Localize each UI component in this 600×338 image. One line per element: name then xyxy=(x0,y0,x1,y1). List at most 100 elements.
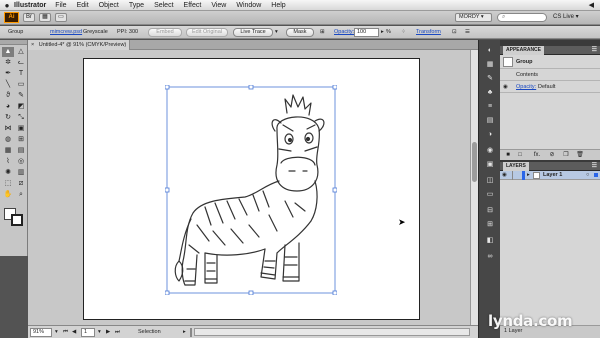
links-panel-icon[interactable]: ∞ xyxy=(485,252,495,261)
fill-stroke-swatches[interactable] xyxy=(4,208,24,226)
last-artboard-icon[interactable]: ⏭ xyxy=(115,328,120,337)
type-tool-icon[interactable]: T xyxy=(15,69,27,79)
swatches-panel-icon[interactable]: ▦ xyxy=(485,60,495,69)
linked-file-link[interactable]: mimcrew.psd xyxy=(50,28,82,37)
live-trace-button[interactable]: Live Trace xyxy=(233,28,273,37)
layers-panel-tab[interactable]: LAYERS ☰ xyxy=(500,162,600,171)
volume-icon[interactable]: ◀ xyxy=(589,1,594,9)
vertical-scrollbar[interactable] xyxy=(470,50,478,325)
cs-live-menu[interactable]: CS Live ▾ xyxy=(553,13,579,22)
eraser-icon[interactable]: ◩ xyxy=(15,102,27,112)
arrange-documents-button[interactable]: ▦ xyxy=(39,13,51,22)
search-field[interactable]: ⌕ xyxy=(497,13,547,22)
transform-link[interactable]: Transform xyxy=(416,28,441,37)
artboard-number-field[interactable]: 1 xyxy=(81,328,95,337)
eyedropper-icon[interactable]: ⌇ xyxy=(2,157,14,167)
previous-artboard-icon[interactable]: ◀ xyxy=(72,328,76,337)
stroke-panel-icon[interactable]: ≡ xyxy=(485,102,495,111)
hand-icon[interactable]: ✋ xyxy=(2,190,14,200)
symbol-sprayer-icon[interactable]: ✺ xyxy=(2,168,14,178)
direct-selection-tool-icon[interactable]: △ xyxy=(15,47,27,57)
menu-select[interactable]: Select xyxy=(154,2,173,9)
menu-edit[interactable]: Edit xyxy=(77,2,89,9)
appearance-opacity-row[interactable]: ◉ Opacity: Default xyxy=(500,81,600,93)
mask-button[interactable]: Mask xyxy=(286,28,314,37)
paintbrush-icon[interactable]: ϑ xyxy=(2,91,14,101)
magic-wand-icon[interactable]: ✲ xyxy=(2,58,14,68)
layers-panel-menu-icon[interactable]: ☰ xyxy=(592,162,597,171)
rotate-icon[interactable]: ↻ xyxy=(2,113,14,123)
pen-tool-icon[interactable]: ✒ xyxy=(2,69,14,79)
opacity-link[interactable]: Opacity: xyxy=(334,28,354,37)
graphic-styles-icon[interactable]: ▣ xyxy=(485,160,495,169)
bridge-button[interactable]: Br xyxy=(23,13,35,22)
layer-target-icon[interactable]: ○ xyxy=(586,171,589,180)
pathfinder-panel-icon[interactable]: ◧ xyxy=(485,236,495,245)
tools-panel-grip[interactable] xyxy=(0,40,27,45)
blob-brush-icon[interactable]: ◕ xyxy=(2,102,14,112)
brushes-panel-icon[interactable]: ✎ xyxy=(485,74,495,83)
column-graph-icon[interactable]: ▥ xyxy=(15,168,27,178)
appearance-opacity-link[interactable]: Opacity: xyxy=(516,81,536,93)
layer-visibility-eye-icon[interactable]: ◉ xyxy=(502,171,507,180)
screen-mode-button[interactable]: ▭ xyxy=(55,13,67,22)
line-tool-icon[interactable]: ╲ xyxy=(2,80,14,90)
control-panel-menu-icon[interactable]: ☰ xyxy=(465,28,475,37)
blend-icon[interactable]: ◎ xyxy=(15,157,27,167)
appearance-contents-row[interactable]: Contents xyxy=(500,69,600,81)
align-panel-icon[interactable]: ⊟ xyxy=(485,206,495,215)
menu-object[interactable]: Object xyxy=(99,2,119,9)
zoom-dropdown-icon[interactable]: ▾ xyxy=(55,328,58,337)
menu-effect[interactable]: Effect xyxy=(184,2,202,9)
menu-type[interactable]: Type xyxy=(129,2,144,9)
embed-button[interactable]: Embed xyxy=(148,28,182,37)
workspace-switcher[interactable]: MORDY ▾ xyxy=(455,13,492,22)
zoom-icon[interactable]: ⌕ xyxy=(15,190,27,200)
reference-point-icon[interactable]: ⁘ xyxy=(401,28,411,37)
live-trace-options-icon[interactable]: ▾ xyxy=(275,28,283,37)
delete-item-icon[interactable]: 🗑 xyxy=(576,151,584,159)
pencil-icon[interactable]: ✎ xyxy=(15,91,27,101)
appearance-object-row[interactable]: Group xyxy=(500,55,600,69)
layer-name[interactable]: Layer 1 xyxy=(543,171,562,180)
slice-icon[interactable]: ⧄ xyxy=(15,179,27,189)
free-transform-icon[interactable]: ▣ xyxy=(15,124,27,134)
width-icon[interactable]: ⋈ xyxy=(2,124,14,134)
color-panel-icon[interactable]: ◐ xyxy=(485,46,495,55)
status-tool-name[interactable]: Selection xyxy=(138,328,161,337)
clear-appearance-icon[interactable]: ⊘ xyxy=(548,151,556,159)
recolor-artwork-icon[interactable]: ⊞ xyxy=(320,28,330,37)
zoom-field[interactable]: 91% xyxy=(30,328,52,337)
appearance-panel-menu-icon[interactable]: ☰ xyxy=(592,46,597,55)
selection-tool-icon[interactable]: ▲ xyxy=(2,47,14,57)
add-effect-icon[interactable]: fx. xyxy=(530,151,544,159)
layer-expand-icon[interactable]: ▸ xyxy=(527,171,530,180)
symbols-panel-icon[interactable]: ♣ xyxy=(485,88,495,97)
document-tab[interactable]: × Untitled-4* @ 91% (CMYK/Preview) xyxy=(28,40,130,50)
menu-help[interactable]: Help xyxy=(271,2,285,9)
transparency-panel-icon[interactable]: ◑ xyxy=(485,130,495,139)
artboard-icon[interactable]: ⬚ xyxy=(2,179,14,189)
next-artboard-icon[interactable]: ▶ xyxy=(106,328,110,337)
duplicate-item-icon[interactable]: ❐ xyxy=(562,151,570,159)
menu-view[interactable]: View xyxy=(211,2,226,9)
appearance-panel-tab[interactable]: APPEARANCE ☰ xyxy=(500,46,600,55)
menu-file[interactable]: File xyxy=(55,2,66,9)
add-fill-icon[interactable]: □ xyxy=(516,151,524,159)
edit-original-button[interactable]: Edit Original xyxy=(186,28,228,37)
close-document-icon[interactable]: × xyxy=(31,42,34,48)
lasso-icon[interactable]: ᓚ xyxy=(15,58,27,68)
layer-selection-indicator[interactable] xyxy=(594,173,598,177)
rectangle-tool-icon[interactable]: ▭ xyxy=(15,80,27,90)
add-stroke-icon[interactable]: ■ xyxy=(504,151,512,159)
first-artboard-icon[interactable]: ⏮ xyxy=(63,328,68,337)
opacity-dropdown-icon[interactable]: ▸ xyxy=(381,28,384,37)
isolate-group-icon[interactable]: ⊡ xyxy=(452,28,462,37)
status-menu-icon[interactable]: ▸ xyxy=(183,328,186,337)
gradient-icon[interactable]: ▤ xyxy=(15,146,27,156)
visibility-eye-icon[interactable]: ◉ xyxy=(503,81,508,93)
opacity-field[interactable]: 100 xyxy=(354,28,379,37)
shape-builder-icon[interactable]: ◍ xyxy=(2,135,14,145)
artboard-dropdown-icon[interactable]: ▾ xyxy=(98,328,101,337)
scale-icon[interactable]: ⤡ xyxy=(15,113,27,123)
